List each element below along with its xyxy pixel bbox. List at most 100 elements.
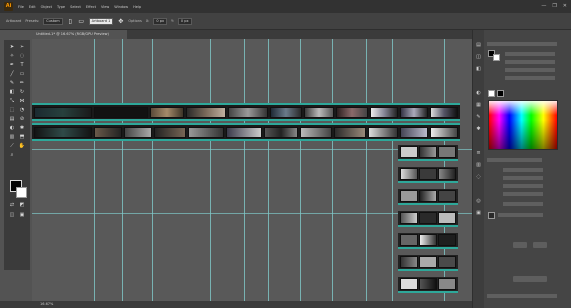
artwork-thumbnail[interactable] bbox=[400, 256, 418, 268]
pencil-tool-icon[interactable]: ✏ bbox=[18, 80, 26, 87]
zoom-level[interactable]: 16.67% bbox=[40, 302, 53, 306]
panel-field[interactable] bbox=[503, 184, 543, 188]
artwork-thumbnail[interactable] bbox=[400, 190, 418, 202]
type-tool-icon[interactable]: T bbox=[18, 62, 26, 69]
artwork-thumbnail[interactable] bbox=[419, 190, 437, 202]
artwork-thumbnail[interactable] bbox=[438, 168, 456, 180]
menu-edit[interactable]: Edit bbox=[29, 5, 36, 9]
artwork-thumbnail[interactable] bbox=[368, 127, 398, 138]
vertical-guide[interactable] bbox=[300, 39, 301, 301]
artwork-thumbnail[interactable] bbox=[124, 127, 152, 138]
brushes-panel-icon[interactable]: ✎ bbox=[475, 114, 482, 120]
artwork-thumbnail[interactable] bbox=[228, 107, 268, 118]
screen-mode-icon[interactable]: ▣ bbox=[18, 212, 26, 219]
symbol-sprayer-tool-icon[interactable]: ✱ bbox=[18, 125, 26, 132]
transparency-panel-icon[interactable]: ◌ bbox=[475, 174, 482, 180]
artboard-card[interactable] bbox=[398, 277, 458, 293]
color-fill-swatch[interactable] bbox=[488, 90, 495, 97]
artwork-thumbnail[interactable] bbox=[186, 107, 226, 118]
menu-view[interactable]: View bbox=[101, 5, 109, 9]
color-panel-icon[interactable]: ◐ bbox=[475, 90, 482, 96]
stroke-swatch[interactable] bbox=[16, 187, 27, 198]
layers-panel-icon[interactable]: ◫ bbox=[475, 54, 482, 60]
paintbrush-tool-icon[interactable]: ✎ bbox=[8, 80, 16, 87]
artwork-thumbnail[interactable] bbox=[438, 278, 456, 290]
close-icon[interactable]: ✕ bbox=[563, 3, 567, 9]
artboard-row-2[interactable] bbox=[32, 123, 460, 141]
swatches-panel-icon[interactable]: ▦ bbox=[475, 102, 482, 108]
document-tab[interactable]: Untitled-1* @ 16.67% (RGB/GPU Preview) bbox=[32, 30, 127, 39]
scale-tool-icon[interactable]: ⤡ bbox=[8, 98, 16, 105]
artwork-thumbnail[interactable] bbox=[438, 256, 456, 268]
artboard-name-field[interactable]: Artboard 1 bbox=[88, 17, 114, 25]
portrait-icon[interactable]: ▯ bbox=[67, 18, 74, 25]
panel-field[interactable] bbox=[505, 52, 555, 56]
artwork-thumbnail[interactable] bbox=[334, 127, 366, 138]
slice-tool-icon[interactable]: ⟋ bbox=[8, 143, 16, 150]
artwork-thumbnail[interactable] bbox=[400, 278, 418, 290]
menu-select[interactable]: Select bbox=[70, 5, 81, 9]
artwork-thumbnail[interactable] bbox=[188, 127, 224, 138]
panel-field[interactable] bbox=[505, 60, 555, 64]
artwork-thumbnail[interactable] bbox=[300, 127, 332, 138]
menu-effect[interactable]: Effect bbox=[86, 5, 96, 9]
artwork-thumbnail[interactable] bbox=[419, 234, 437, 246]
artwork-thumbnail[interactable] bbox=[419, 256, 437, 268]
symbols-panel-icon[interactable]: ✱ bbox=[475, 126, 482, 132]
panel-button[interactable] bbox=[533, 242, 547, 248]
landscape-icon[interactable]: ▭ bbox=[78, 18, 85, 25]
vertical-guide[interactable] bbox=[152, 39, 153, 301]
maximize-icon[interactable]: ❐ bbox=[552, 3, 556, 9]
artboard-card[interactable] bbox=[398, 145, 458, 161]
panel-field[interactable] bbox=[503, 202, 543, 206]
panel-button-wide[interactable] bbox=[513, 276, 547, 282]
vertical-guide[interactable] bbox=[210, 39, 211, 301]
artboard-card[interactable] bbox=[398, 167, 458, 183]
panel-field[interactable] bbox=[503, 168, 543, 172]
vertical-guide[interactable] bbox=[268, 39, 269, 301]
artwork-thumbnail[interactable] bbox=[400, 127, 428, 138]
artwork-thumbnail[interactable] bbox=[94, 127, 122, 138]
artboard-card[interactable] bbox=[398, 255, 458, 271]
artboard-card[interactable] bbox=[398, 189, 458, 205]
minimize-icon[interactable]: — bbox=[541, 3, 546, 9]
line-tool-icon[interactable]: ╱ bbox=[8, 71, 16, 78]
artwork-thumbnail[interactable] bbox=[150, 107, 184, 118]
artwork-thumbnail[interactable] bbox=[400, 212, 418, 224]
vertical-guide[interactable] bbox=[244, 39, 245, 301]
magic-wand-tool-icon[interactable]: ✧ bbox=[8, 53, 16, 60]
panel-option-row[interactable] bbox=[498, 213, 543, 217]
rectangle-tool-icon[interactable]: ▭ bbox=[18, 71, 26, 78]
default-colors-icon[interactable]: ◩ bbox=[18, 202, 26, 209]
selection-tool-icon[interactable]: ➤ bbox=[8, 44, 16, 51]
vertical-guide[interactable] bbox=[332, 39, 333, 301]
presets-dropdown[interactable]: Custom bbox=[43, 17, 63, 25]
panel-field[interactable] bbox=[503, 192, 543, 196]
artwork-thumbnail[interactable] bbox=[419, 146, 437, 158]
panel-stroke-swatch[interactable] bbox=[493, 54, 500, 61]
artwork-thumbnail[interactable] bbox=[430, 127, 458, 138]
artwork-thumbnail[interactable] bbox=[438, 190, 456, 202]
panel-field[interactable] bbox=[503, 176, 543, 180]
vertical-guide[interactable] bbox=[94, 39, 95, 301]
zoom-tool-icon[interactable]: ⌕ bbox=[8, 152, 16, 159]
artwork-thumbnail[interactable] bbox=[419, 278, 437, 290]
artwork-thumbnail[interactable] bbox=[419, 168, 437, 180]
artwork-thumbnail[interactable] bbox=[400, 107, 428, 118]
drawing-mode-icon[interactable]: ◫ bbox=[8, 212, 16, 219]
artboard-row-1[interactable] bbox=[32, 103, 460, 121]
artwork-thumbnail[interactable] bbox=[264, 127, 298, 138]
color-stroke-swatch[interactable] bbox=[497, 90, 504, 97]
artwork-thumbnail[interactable] bbox=[400, 234, 418, 246]
artboard-options-button[interactable]: Options bbox=[128, 19, 142, 23]
stroke-panel-icon[interactable]: ≡ bbox=[475, 150, 482, 156]
libraries-panel-icon[interactable]: ◧ bbox=[475, 66, 482, 72]
move-artwork-icon[interactable]: ✥ bbox=[117, 18, 124, 25]
artwork-thumbnail[interactable] bbox=[336, 107, 368, 118]
lasso-tool-icon[interactable]: ◌ bbox=[18, 53, 26, 60]
vertical-guide[interactable] bbox=[122, 39, 123, 301]
panel-field[interactable] bbox=[505, 76, 555, 80]
panel-button[interactable] bbox=[513, 242, 527, 248]
artwork-thumbnail[interactable] bbox=[304, 107, 334, 118]
artwork-thumbnail[interactable] bbox=[430, 107, 458, 118]
